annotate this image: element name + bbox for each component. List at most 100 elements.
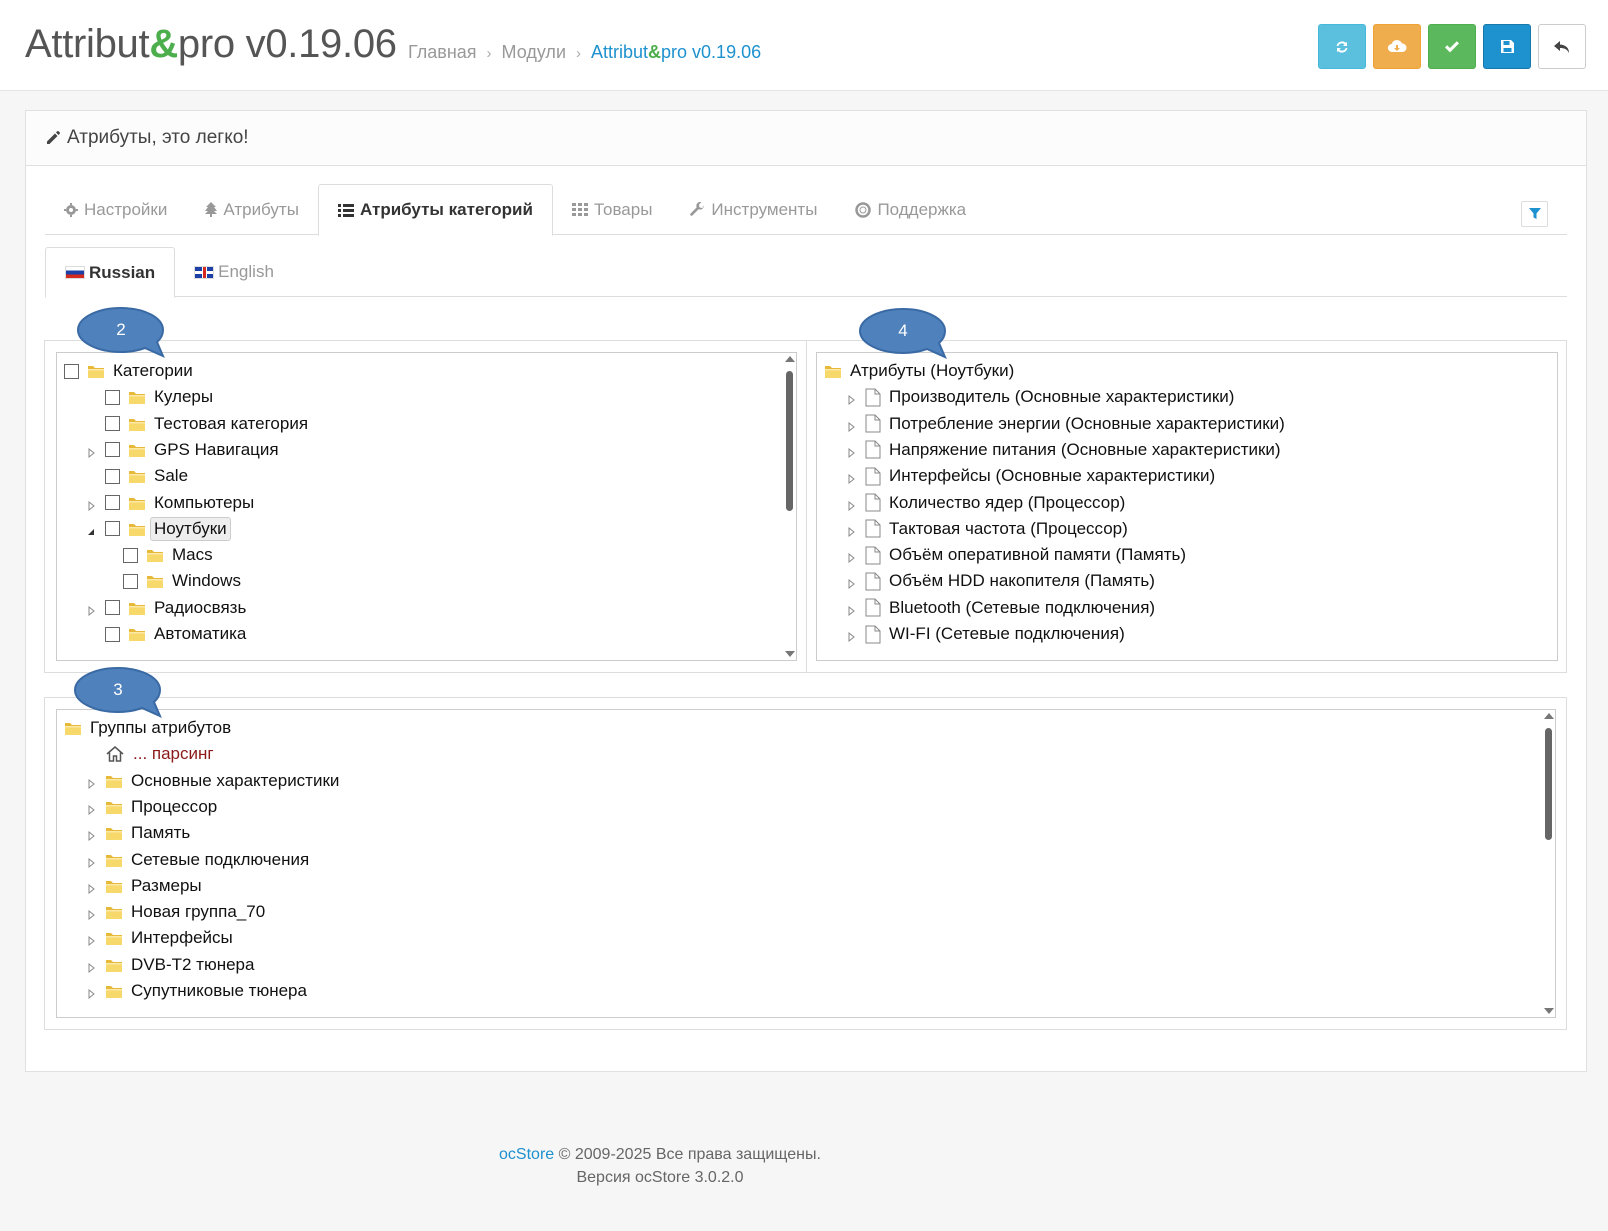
group-node[interactable]: Новая группа_70	[85, 899, 265, 925]
folder-icon	[147, 550, 163, 563]
scroll-thumb[interactable]	[786, 371, 793, 511]
categories-tree[interactable]: Категории Кулеры Тестовая категория GPS …	[56, 352, 797, 661]
scroll-down-arrow[interactable]	[785, 651, 795, 657]
expand-arrow-icon[interactable]	[85, 959, 97, 973]
expand-arrow-icon[interactable]	[845, 549, 857, 564]
checkbox[interactable]	[105, 416, 120, 432]
category-node[interactable]: Радиосвязь	[85, 595, 246, 621]
filter-button[interactable]	[1521, 201, 1548, 227]
category-node[interactable]: Macs	[123, 542, 213, 568]
group-node[interactable]: Память	[85, 820, 190, 846]
attribute-node[interactable]: Интерфейсы (Основные характеристики)	[845, 463, 1215, 489]
scroll-up-arrow[interactable]	[1544, 713, 1554, 719]
collapse-arrow-icon[interactable]	[85, 523, 97, 535]
tab-tools[interactable]: Инструменты	[671, 184, 836, 235]
expand-arrow-icon[interactable]	[85, 985, 97, 1000]
tab-attributes[interactable]: Атрибуты	[186, 184, 318, 235]
category-node[interactable]: Ноутбуки	[85, 516, 231, 542]
checkbox[interactable]	[105, 389, 120, 405]
folder-icon	[825, 366, 841, 378]
attribute-node[interactable]: Потребление энергии (Основные характерис…	[845, 411, 1285, 437]
checkbox[interactable]	[105, 442, 120, 458]
expand-arrow-icon[interactable]	[85, 827, 97, 842]
checkbox[interactable]	[123, 573, 138, 589]
checkbox[interactable]	[105, 600, 120, 616]
expand-arrow-icon[interactable]	[845, 418, 857, 432]
category-node[interactable]: Кулеры	[85, 384, 213, 410]
group-node[interactable]: Процессор	[85, 794, 217, 820]
checkbox[interactable]	[123, 547, 138, 563]
groups-tree[interactable]: Группы атрибутов ... парсинг Основные ха…	[56, 709, 1556, 1018]
group-node[interactable]: Супутниковые тюнера	[85, 978, 307, 1004]
attribute-node[interactable]: Количество ядер (Процессор)	[845, 490, 1125, 516]
expand-arrow-icon[interactable]	[845, 628, 857, 643]
back-button[interactable]	[1538, 24, 1586, 69]
group-node[interactable]: Основные характеристики	[85, 768, 339, 794]
scroll-up-arrow[interactable]	[785, 356, 795, 362]
category-node[interactable]: Sale	[85, 463, 188, 489]
expand-arrow-icon[interactable]	[85, 906, 97, 921]
expand-arrow-icon[interactable]	[845, 470, 857, 485]
group-node[interactable]: Интерфейсы	[85, 925, 233, 951]
footer-brand-link[interactable]: ocStore	[499, 1146, 554, 1163]
expand-arrow-icon[interactable]	[845, 391, 857, 406]
tab-category-attributes[interactable]: Атрибуты категорий	[317, 184, 553, 236]
footer: ocStore © 2009-2025 Все права защищены. …	[0, 1143, 1320, 1189]
attribute-node[interactable]: Объём оперативной памяти (Память)	[845, 542, 1186, 568]
checkbox[interactable]	[64, 363, 79, 379]
expand-arrow-icon[interactable]	[845, 575, 857, 590]
expand-arrow-icon[interactable]	[85, 775, 97, 789]
attributes-tree[interactable]: Атрибуты (Ноутбуки) Производитель (Основ…	[816, 352, 1558, 661]
parsing-node[interactable]: ... парсинг	[85, 741, 214, 767]
checkbox[interactable]	[105, 468, 120, 484]
apply-button[interactable]	[1428, 24, 1476, 69]
expand-arrow-icon[interactable]	[845, 497, 857, 511]
breadcrumb-current[interactable]: Attribut&pro v0.19.06	[591, 42, 761, 62]
cloud-download-button[interactable]	[1373, 24, 1421, 69]
group-node[interactable]: Сетевые подключения	[85, 847, 309, 873]
category-node[interactable]: Автоматика	[85, 621, 246, 647]
expand-arrow-icon[interactable]	[85, 932, 97, 947]
checkbox[interactable]	[105, 521, 120, 537]
categories-scrollbar[interactable]	[782, 353, 796, 660]
attribute-node[interactable]: Bluetooth (Сетевые подключения)	[845, 595, 1155, 621]
expand-arrow-icon[interactable]	[85, 854, 97, 868]
expand-arrow-icon[interactable]	[85, 497, 97, 511]
document-icon	[865, 598, 881, 617]
scroll-down-arrow[interactable]	[1544, 1008, 1554, 1014]
group-node[interactable]: DVB-T2 тюнера	[85, 952, 254, 978]
category-node[interactable]: Компьютеры	[85, 490, 254, 516]
breadcrumb-home[interactable]: Главная	[408, 42, 477, 62]
checkbox[interactable]	[105, 626, 120, 642]
expand-arrow-icon[interactable]	[85, 801, 97, 815]
attribute-node[interactable]: Производитель (Основные характеристики)	[845, 384, 1234, 410]
tab-lang-english[interactable]: English	[175, 247, 293, 297]
breadcrumb-modules[interactable]: Модули	[502, 42, 566, 62]
attribute-node[interactable]: Тактовая частота (Процессор)	[845, 516, 1128, 542]
attribute-node[interactable]: WI-FI (Сетевые подключения)	[845, 621, 1125, 647]
attribute-node[interactable]: Напряжение питания (Основные характерист…	[845, 437, 1281, 463]
tab-settings[interactable]: Настройки	[45, 184, 186, 235]
tab-lang-russian[interactable]: Russian	[45, 247, 176, 298]
expand-arrow-icon[interactable]	[85, 602, 97, 616]
category-node[interactable]: GPS Навигация	[85, 437, 279, 463]
save-button[interactable]	[1483, 24, 1531, 69]
category-node[interactable]: Windows	[123, 568, 241, 594]
document-icon	[865, 440, 881, 459]
tab-products[interactable]: Товары	[553, 184, 671, 235]
expand-arrow-icon[interactable]	[845, 523, 857, 537]
folder-icon	[106, 828, 122, 841]
category-node[interactable]: Тестовая категория	[85, 411, 308, 437]
scroll-thumb[interactable]	[1545, 728, 1552, 840]
tab-support[interactable]: Поддержка	[836, 184, 985, 235]
expand-arrow-icon[interactable]	[845, 602, 857, 616]
attribute-node[interactable]: Объём HDD накопителя (Память)	[845, 568, 1155, 594]
expand-arrow-icon[interactable]	[845, 444, 857, 458]
groups-scrollbar[interactable]	[1541, 710, 1555, 1017]
expand-arrow-icon[interactable]	[85, 444, 97, 458]
checkbox[interactable]	[105, 495, 120, 510]
expand-arrow-icon[interactable]	[85, 880, 97, 894]
group-node[interactable]: Размеры	[85, 873, 202, 899]
toolbar	[1318, 24, 1586, 69]
refresh-button[interactable]	[1318, 24, 1366, 69]
